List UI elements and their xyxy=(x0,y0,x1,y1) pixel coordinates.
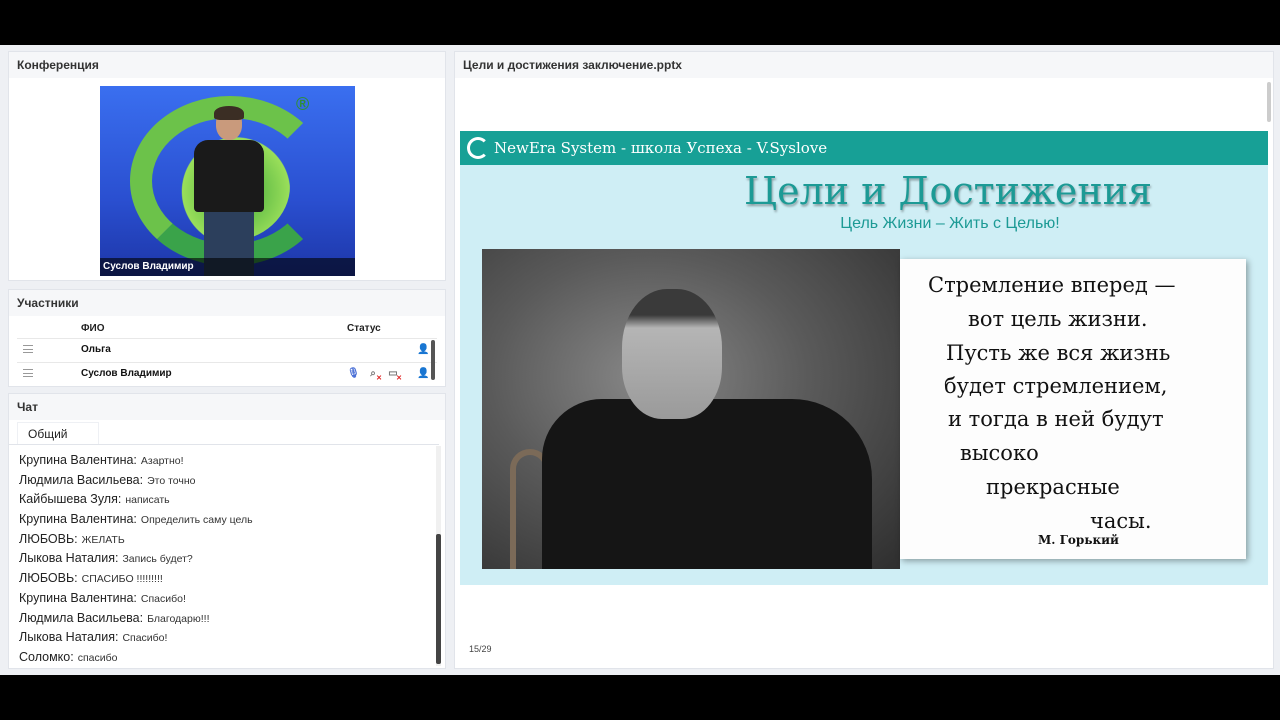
newera-logo-icon xyxy=(467,137,489,159)
chat-text: Азартно! xyxy=(140,455,184,467)
presentation-scrollbar[interactable] xyxy=(1267,82,1271,122)
chat-message-list: Крупина Валентина: Азартно! Людмила Василь… xyxy=(9,445,439,666)
conference-title: Конференция xyxy=(9,52,445,78)
chat-author: Крупина Валентина: xyxy=(19,590,137,605)
drag-handle-icon[interactable] xyxy=(23,345,33,353)
chat-text: СПАСИБО !!!!!!!!! xyxy=(81,573,163,586)
quote-line: Пусть же вся жизнь xyxy=(946,341,1171,365)
participants-panel: Участники ФИО Статус Ольга 👤 Суслов Влад… xyxy=(8,289,446,387)
chat-message: Лыкова Наталия: Спасибо! xyxy=(9,628,439,648)
chat-author: ЛЮБОВЬ: xyxy=(19,571,78,586)
presentation-panel: Цели и достижения заключение.pptx NewEra… xyxy=(454,51,1274,669)
slide-subtitle: Цель Жизни – Жить с Целью! xyxy=(840,215,1060,232)
chat-messages: Крупина Валентина: Азартно! Людмила Василь… xyxy=(9,444,439,666)
chat-text: Спасибо! xyxy=(140,592,186,605)
chat-text: спасибо xyxy=(77,651,118,664)
presentation-filename: Цели и достижения заключение.pptx xyxy=(455,52,1273,78)
chat-author: Крупина Валентина: xyxy=(19,453,137,467)
microphone-icon[interactable]: 🎙 xyxy=(347,367,360,381)
user-avatar-icon: 👤 xyxy=(417,344,430,355)
chat-author: Лыкова Наталия: xyxy=(19,551,119,566)
portrait-photo xyxy=(482,249,900,569)
chat-panel: Чат Общий Крупина Валентина: Азартно! Людм… xyxy=(8,393,446,669)
drag-handle-icon[interactable] xyxy=(23,369,33,377)
slide: NewEra System - школа Успеха - V.Syslove… xyxy=(460,131,1268,585)
chat-message: Людмила Васильева: Это точно xyxy=(9,471,439,491)
app-window: Конференция ® Суслов Владимир Участники … xyxy=(0,45,1280,675)
slide-header: NewEra System - школа Успеха - V.Syslove xyxy=(460,131,1268,165)
quote-line: и тогда в ней будут xyxy=(948,407,1164,431)
quote-line: высоко xyxy=(960,441,1039,465)
chat-message: Крупина Валентина: Спасибо! xyxy=(9,589,439,609)
participant-row[interactable]: Ольга 👤 xyxy=(17,338,437,362)
participants-table: ФИО Статус Ольга 👤 Суслов Владимир 🎙 ⌕ ✕ … xyxy=(17,318,437,386)
chat-message: ЛЮБОВЬ: СПАСИБО !!!!!!!!! xyxy=(9,569,439,589)
registered-mark: ® xyxy=(296,94,310,114)
column-header-status: Статус xyxy=(347,323,381,334)
participants-title: Участники xyxy=(9,290,445,316)
chat-scroll-thumb[interactable] xyxy=(436,534,441,664)
chat-message: Соломко: спасибо xyxy=(9,648,439,666)
quote-author: М. Горький xyxy=(1038,533,1119,547)
chat-scrollbar[interactable] xyxy=(436,446,441,666)
chat-author: Людмила Васильева: xyxy=(19,610,144,625)
page-counter: 15/29 xyxy=(469,644,492,654)
video-speaker-label: Суслов Владимир xyxy=(100,258,355,276)
participant-row[interactable]: Суслов Владимир 🎙 ⌕ ✕ ▭ ✕ 👤 xyxy=(17,362,437,386)
participant-name: Ольга xyxy=(81,344,111,355)
chat-message: ЛЮБОВЬ: ЖЕЛАТЬ xyxy=(9,530,439,550)
chat-tab-general[interactable]: Общий xyxy=(17,422,99,444)
chat-text: Запись будет? xyxy=(122,553,193,566)
slide-viewport[interactable]: NewEra System - школа Успеха - V.Syslove… xyxy=(455,78,1273,638)
chat-text: ЖЕЛАТЬ xyxy=(81,533,125,546)
chat-message: Крупина Валентина: Азартно! xyxy=(9,451,439,471)
chat-message: Лыкова Наталия: Запись будет? xyxy=(9,549,439,569)
chat-text: Спасибо! xyxy=(122,632,168,645)
chat-text: Это точно xyxy=(147,474,196,487)
quote-line: Стремление вперед — xyxy=(928,273,1176,297)
quote-line: прекрасные xyxy=(986,475,1120,499)
quote-line: будет стремлением, xyxy=(944,374,1168,398)
chat-title: Чат xyxy=(9,394,445,420)
conference-panel: Конференция ® Суслов Владимир xyxy=(8,51,446,281)
column-header-name: ФИО xyxy=(81,323,105,334)
quote-line: вот цель жизни. xyxy=(968,307,1148,331)
participants-header: ФИО Статус xyxy=(17,318,437,338)
quote-line: часы. xyxy=(1090,509,1152,533)
chat-message: Крупина Валентина: Определить саму цель xyxy=(9,510,439,530)
chat-author: Лыкова Наталия: xyxy=(19,630,119,645)
quote-card: Стремление вперед — вот цель жизни. Пуст… xyxy=(900,259,1246,559)
chat-author: Соломко: xyxy=(19,649,74,664)
chat-text: Определить саму цель xyxy=(140,514,253,527)
chat-text: Благодарю!!! xyxy=(147,612,210,625)
chat-author: ЛЮБОВЬ: xyxy=(19,531,78,546)
video-feed[interactable]: ® Суслов Владимир xyxy=(100,86,355,276)
participants-scrollbar[interactable] xyxy=(431,340,435,380)
chat-message: Людмила Васильева: Благодарю!!! xyxy=(9,609,439,629)
chat-message: Кайбышева Зуля: написать xyxy=(9,490,439,510)
screen-share-off-icon[interactable]: ▭ ✕ xyxy=(387,367,402,382)
presenter-figure xyxy=(186,106,272,276)
presenter-avatar-icon: 👤 xyxy=(417,368,430,379)
chat-author: Крупина Валентина: xyxy=(19,512,137,527)
camera-off-icon[interactable]: ⌕ ✕ xyxy=(367,367,382,382)
slide-title: Цели и Достижения xyxy=(743,169,1153,213)
chat-author: Кайбышева Зуля: xyxy=(19,492,122,507)
chat-author: Людмила Васильева: xyxy=(19,472,144,487)
chat-text: написать xyxy=(125,494,170,507)
participant-name: Суслов Владимир xyxy=(81,368,172,379)
